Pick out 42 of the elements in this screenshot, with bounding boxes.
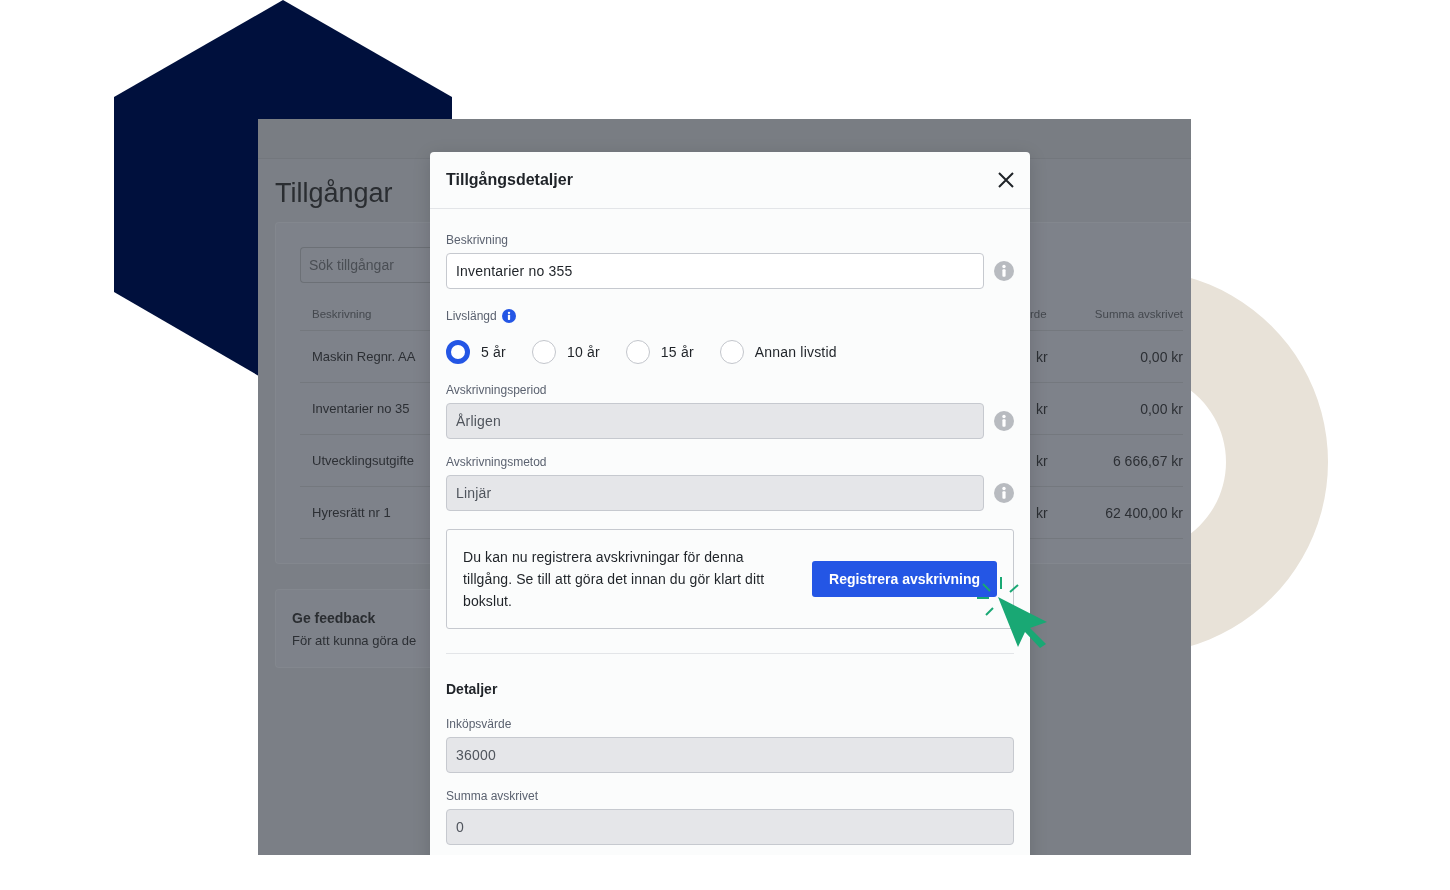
field-label: Avskrivningsmetod bbox=[446, 454, 548, 470]
table-cell-text: kr bbox=[1035, 400, 1048, 417]
info-icon bbox=[994, 261, 1014, 281]
text-field[interactable]: Inventarier no 355 bbox=[446, 253, 984, 289]
table-cell-text: Inventarier no 35 bbox=[311, 401, 410, 416]
dialog-title: Tillgångsdetaljer bbox=[446, 171, 573, 189]
radio-label[interactable]: 5 år bbox=[481, 344, 506, 360]
table-cell-text: Utvecklingsutgifte bbox=[311, 453, 414, 468]
field-label: Inköpsvärde bbox=[446, 716, 513, 732]
table-cell: 0,00 kr bbox=[1140, 348, 1183, 365]
field-label: Avskrivningsperiod bbox=[446, 382, 548, 398]
info-icon bbox=[994, 483, 1014, 503]
notice-text: Du kan nu registrera avskrivningar för denna tillgång. Se till att göra det innan du gör klart ditt bokslut. bbox=[463, 548, 766, 611]
field-label: Beskrivning bbox=[446, 232, 510, 248]
info-icon bbox=[994, 411, 1014, 431]
table-cell-text: Maskin Regnr. AA bbox=[311, 349, 416, 364]
radio-button[interactable] bbox=[719, 340, 744, 364]
radio-label[interactable]: 15 år bbox=[660, 344, 694, 360]
radio-button[interactable] bbox=[531, 340, 556, 364]
register-button[interactable]: Registrera avskrivning bbox=[812, 561, 997, 597]
table-cell-text: kr bbox=[1035, 504, 1048, 521]
column-header: Beskrivning bbox=[311, 307, 372, 320]
page-title: Tillgångar bbox=[275, 177, 394, 210]
table-cell-text: kr bbox=[1035, 348, 1048, 365]
radio-button[interactable] bbox=[446, 340, 470, 364]
column-header: Summa avskrivet bbox=[1094, 307, 1183, 320]
table-cell-text: kr bbox=[1035, 452, 1048, 469]
info-icon bbox=[501, 309, 516, 323]
close-icon bbox=[998, 172, 1014, 188]
table-cell: 0,00 kr bbox=[1140, 400, 1183, 417]
table-cell-text: Hyresrätt nr 1 bbox=[311, 505, 391, 520]
column-header: rde bbox=[1030, 307, 1047, 320]
table-cell: 6 666,67 kr bbox=[1112, 452, 1183, 469]
radio-label[interactable]: Annan livstid bbox=[754, 344, 837, 360]
radio-label[interactable]: 10 år bbox=[566, 344, 600, 360]
section-heading: Detaljer bbox=[446, 680, 499, 698]
feedback-title: Ge feedback bbox=[292, 609, 377, 628]
radio-button[interactable] bbox=[625, 340, 650, 364]
feedback-text: För att kunna göra de bbox=[292, 632, 418, 650]
field-label: Summa avskrivet bbox=[446, 788, 540, 804]
table-cell: 62 400,00 kr bbox=[1105, 504, 1183, 521]
field-label: Livslängd bbox=[446, 308, 497, 324]
